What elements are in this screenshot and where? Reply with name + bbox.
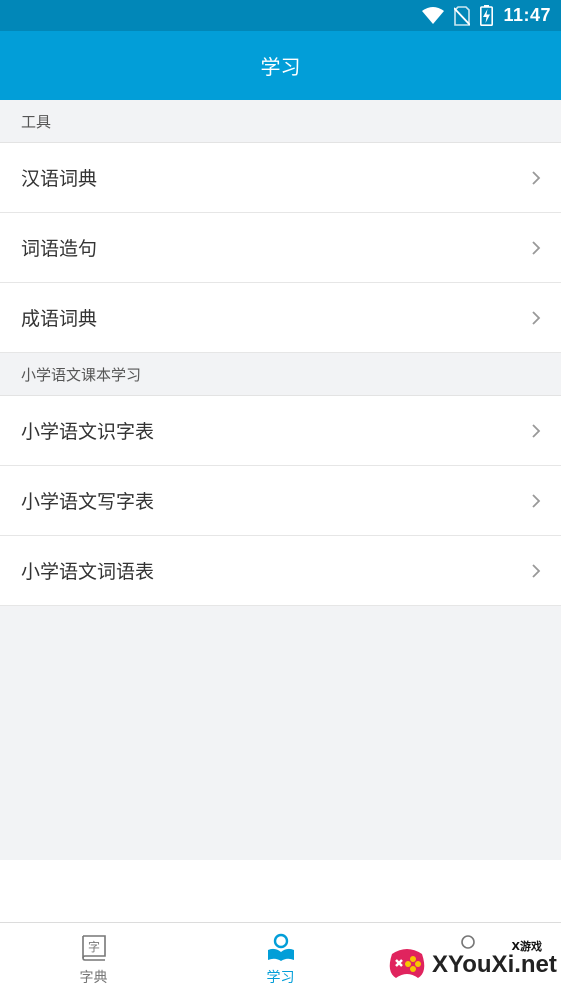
app-bar: 学习: [0, 31, 561, 100]
tab-dictionary[interactable]: 字 字典: [0, 923, 187, 997]
watermark-small-text: X游戏: [511, 940, 542, 953]
tab-label: 学习: [266, 970, 295, 986]
dictionary-book-icon: 字: [79, 933, 109, 963]
chevron-right-icon: [531, 423, 541, 439]
no-sim-icon: [454, 5, 471, 26]
chevron-right-icon: [531, 563, 541, 579]
reading-person-icon: [266, 933, 296, 963]
section-header-primary-chinese: 小学语文课本学习: [0, 353, 561, 396]
tab-label: 字典: [79, 970, 108, 986]
list-item-label: 词语造句: [21, 238, 98, 260]
chevron-right-icon: [531, 493, 541, 509]
list-item-sentence-making[interactable]: 词语造句: [0, 213, 561, 283]
battery-charging-icon: [480, 5, 494, 26]
chevron-right-icon: [531, 310, 541, 326]
section-header-tools: 工具: [0, 100, 561, 143]
list-item-label: 成语词典: [21, 308, 98, 330]
status-bar: 11:47: [0, 0, 561, 31]
status-time: 11:47: [503, 5, 551, 25]
list-item-label: 汉语词典: [21, 168, 98, 190]
list-item-label: 小学语文写字表: [21, 491, 155, 513]
list-item-chinese-dictionary[interactable]: 汉语词典: [0, 143, 561, 213]
list-item-writing-table[interactable]: 小学语文写字表: [0, 466, 561, 536]
list-item-label: 小学语文词语表: [21, 561, 155, 583]
chevron-right-icon: [531, 240, 541, 256]
svg-text:字: 字: [87, 939, 99, 954]
page-title: 学习: [260, 55, 301, 79]
gamepad-logo-icon: [386, 942, 428, 988]
watermark-text: XYouXi.net: [432, 951, 557, 978]
wifi-icon: [422, 6, 445, 25]
tab-study[interactable]: 学习: [187, 923, 374, 997]
chevron-right-icon: [531, 170, 541, 186]
list-item-label: 小学语文识字表: [21, 421, 155, 443]
content-area: 工具 汉语词典 词语造句 成语词典 小学语文课本学习 小学语文识字表 小学语文写…: [0, 100, 561, 860]
list-item-literacy-table[interactable]: 小学语文识字表: [0, 396, 561, 466]
watermark-logo: XYouXi.net X游戏: [386, 936, 557, 994]
list-item-vocabulary-table[interactable]: 小学语文词语表: [0, 536, 561, 606]
list-item-idiom-dictionary[interactable]: 成语词典: [0, 283, 561, 353]
